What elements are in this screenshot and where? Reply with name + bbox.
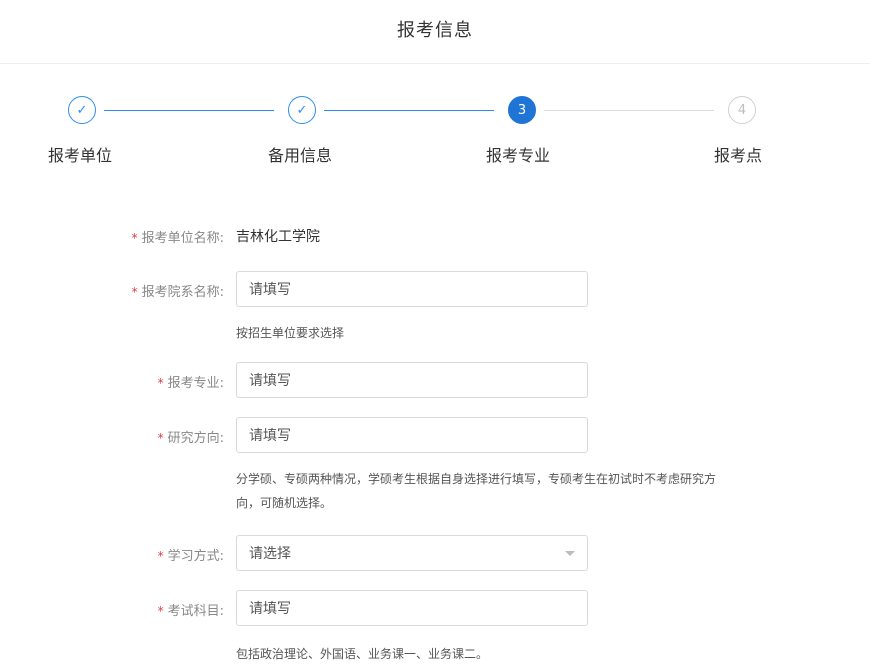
direction-placeholder: 请填写 bbox=[249, 428, 291, 444]
major-input[interactable]: 请填写 bbox=[236, 362, 588, 398]
dept-name-hint: 按招生单位要求选择 bbox=[236, 326, 345, 340]
required-asterisk: * bbox=[157, 376, 164, 390]
direction-hint-line-2: 向，可随机选择。 bbox=[236, 496, 333, 510]
unit-name-value: 吉林化工学院 bbox=[236, 229, 320, 245]
step-4-number: 4 bbox=[728, 96, 756, 124]
required-asterisk: * bbox=[131, 231, 138, 245]
step-connector-3 bbox=[544, 110, 714, 111]
step-2-check-icon: ✓ bbox=[288, 96, 316, 124]
subjects-label: * 考试科目: bbox=[157, 604, 224, 619]
step-3-label: 报考专业 bbox=[486, 146, 551, 165]
direction-label: * 研究方向: bbox=[157, 431, 224, 446]
step-connector-2 bbox=[324, 110, 494, 111]
step-1-check-icon: ✓ bbox=[68, 96, 96, 124]
page-title: 报考信息 bbox=[397, 20, 473, 41]
dept-name-placeholder: 请填写 bbox=[249, 282, 291, 298]
direction-hint-line-1: 分学硕、专硕两种情况，学硕考生根据自身选择进行填写，专硕考生在初试时不考虑研究方 bbox=[236, 472, 717, 486]
study-mode-label: * 学习方式: bbox=[157, 549, 224, 564]
subjects-input[interactable]: 请填写 bbox=[236, 590, 588, 626]
step-3-number: 3 bbox=[508, 96, 536, 124]
required-asterisk: * bbox=[157, 604, 164, 618]
chevron-down-icon bbox=[565, 551, 575, 556]
unit-name-label: * 报考单位名称: bbox=[131, 231, 224, 246]
required-asterisk: * bbox=[157, 549, 164, 563]
step-4-label: 报考点 bbox=[714, 146, 763, 165]
required-asterisk: * bbox=[157, 431, 164, 445]
dept-name-label: * 报考院系名称: bbox=[131, 285, 224, 300]
step-2-label: 备用信息 bbox=[268, 146, 333, 165]
study-mode-placeholder: 请选择 bbox=[249, 546, 291, 562]
study-mode-select[interactable]: 请选择 bbox=[236, 535, 588, 571]
direction-input[interactable]: 请填写 bbox=[236, 417, 588, 453]
major-placeholder: 请填写 bbox=[249, 373, 291, 389]
required-asterisk: * bbox=[131, 285, 138, 299]
page-header: 报考信息 bbox=[0, 0, 870, 64]
subjects-hint: 包括政治理论、外国语、业务课一、业务课二。 bbox=[236, 647, 489, 661]
step-1-label: 报考单位 bbox=[48, 146, 113, 165]
major-label: * 报考专业: bbox=[157, 376, 224, 391]
direction-hint: 分学硕、专硕两种情况，学硕考生根据自身选择进行填写，专硕考生在初试时不考虑研究方… bbox=[236, 467, 716, 515]
subjects-placeholder: 请填写 bbox=[249, 601, 291, 617]
step-connector-1 bbox=[104, 110, 274, 111]
dept-name-input[interactable]: 请填写 bbox=[236, 271, 588, 307]
